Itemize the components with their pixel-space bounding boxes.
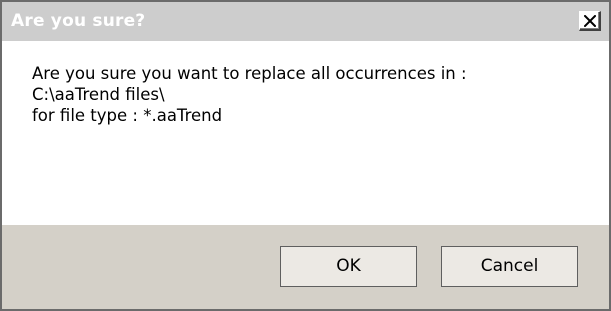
cancel-button[interactable]: Cancel xyxy=(441,246,578,287)
message-line-path: C:\aaTrend files\ xyxy=(32,85,165,104)
confirm-dialog: Are you sure? Are you sure you want to r… xyxy=(0,0,611,311)
dialog-title: Are you sure? xyxy=(11,11,146,31)
close-icon xyxy=(584,15,596,27)
button-area: OK Cancel xyxy=(2,225,609,309)
close-button[interactable] xyxy=(579,11,601,31)
title-bar: Are you sure? xyxy=(2,2,609,41)
message-line-question: Are you sure you want to replace all occ… xyxy=(32,64,467,83)
ok-button[interactable]: OK xyxy=(280,246,417,287)
dialog-message: Are you sure you want to replace all occ… xyxy=(32,63,467,126)
message-line-file-type: for file type : *.aaTrend xyxy=(32,106,223,125)
